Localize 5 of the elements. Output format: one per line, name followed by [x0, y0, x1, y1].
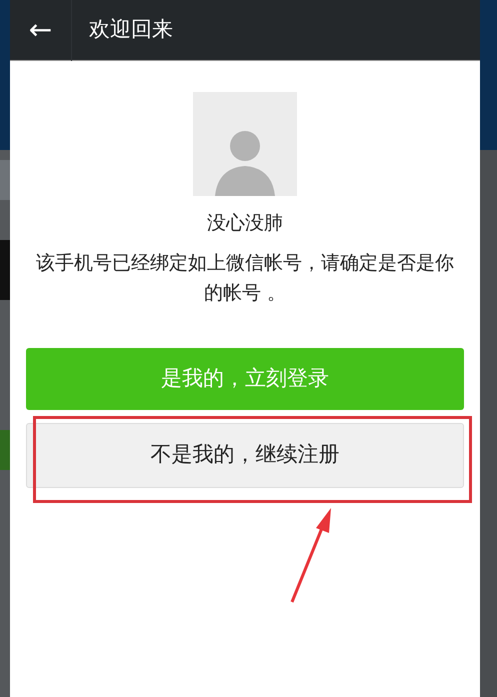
back-button[interactable]: ← [10, 0, 72, 60]
account-name: 没心没肺 [207, 211, 283, 236]
screen-title: 欢迎回来 [89, 16, 173, 44]
register-button[interactable]: 不是我的，继续注册 [26, 422, 464, 488]
confirm-message: 该手机号已经绑定如上微信帐号，请确定是否是你的帐号 。 [35, 250, 455, 306]
